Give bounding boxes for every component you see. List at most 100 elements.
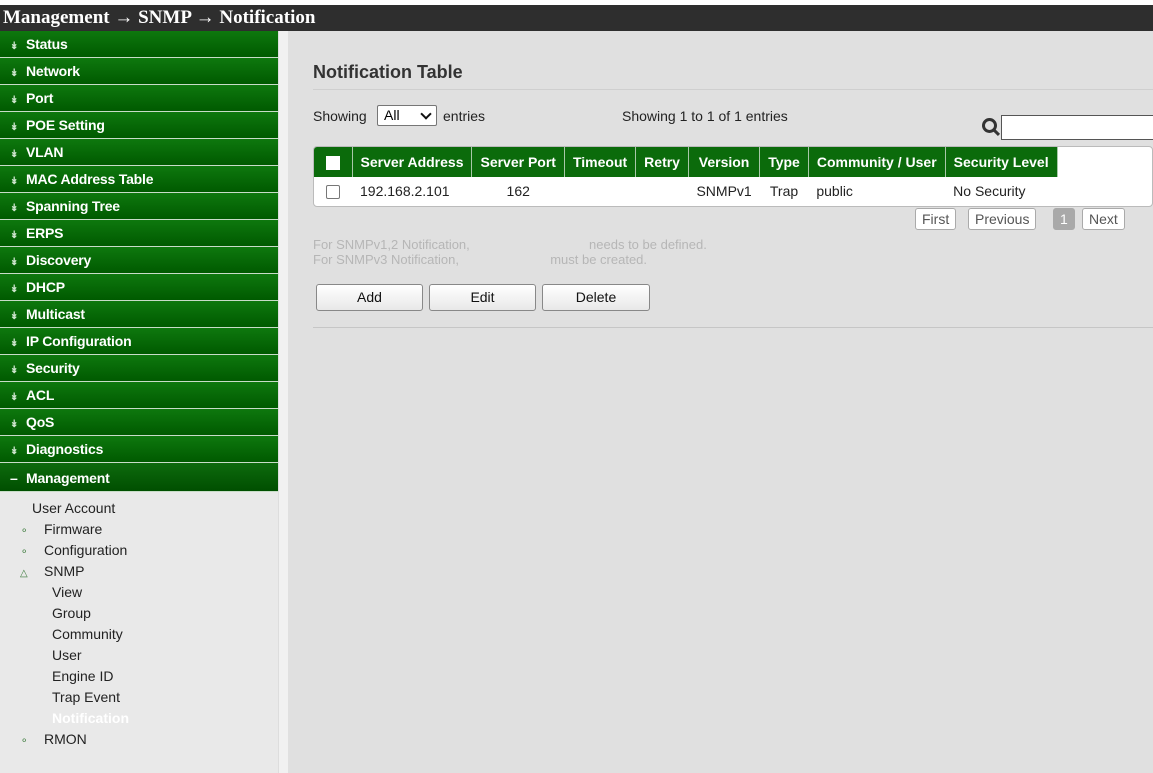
sidebar-item-acl[interactable]: ↡ ACL xyxy=(0,382,278,409)
column-header-security-level[interactable]: Security Level xyxy=(945,147,1058,177)
sidebar-subitem-snmp[interactable]: △ SNMP xyxy=(0,561,278,582)
column-header-retry[interactable]: Retry xyxy=(635,147,689,177)
sidebar-item-status[interactable]: ↡ Status xyxy=(0,31,278,58)
entries-label: entries xyxy=(443,108,486,124)
collapsed-node-icon: ⚬ xyxy=(20,736,29,747)
sidebar-subitem-group[interactable]: Group xyxy=(0,603,278,624)
sidebar-item-mac-address-table[interactable]: ↡ MAC Address Table xyxy=(0,166,278,193)
sidebar-item-security[interactable]: ↡ Security xyxy=(0,355,278,382)
sidebar-item-label: MAC Address Table xyxy=(26,171,154,187)
cell-server-address: 192.168.2.101 xyxy=(360,183,450,199)
sidebar-item-label: Multicast xyxy=(26,306,85,322)
sidebar-subitem-configuration[interactable]: ⚬ Configuration xyxy=(0,540,278,561)
column-header-timeout[interactable]: Timeout xyxy=(564,147,637,177)
arrow-right-icon: → xyxy=(195,7,215,28)
collapsed-node-icon: ⚬ xyxy=(20,526,29,537)
sidebar-subitem-label: SNMP xyxy=(44,563,85,579)
note-snmpv12-suffix: needs to be defined. xyxy=(589,237,707,252)
sidebar-subitem-community[interactable]: Community xyxy=(0,624,278,645)
breadcrumb: Management → SNMP → Notification xyxy=(0,5,1153,31)
double-chevron-down-icon: ↡ xyxy=(10,392,19,403)
breadcrumb-management: Management xyxy=(3,7,110,28)
sidebar-item-label: Diagnostics xyxy=(26,441,104,457)
note-snmpv12: For SNMPv1,2 Notification, needs to be d… xyxy=(313,237,707,252)
sidebar-subitem-notification[interactable]: Notification xyxy=(0,708,278,729)
sidebar-item-discovery[interactable]: ↡ Discovery xyxy=(0,247,278,274)
breadcrumb-snmp: SNMP xyxy=(138,7,191,28)
entries-select[interactable]: All xyxy=(377,105,437,126)
double-chevron-down-icon: ↡ xyxy=(10,230,19,241)
sidebar-item-multicast[interactable]: ↡ Multicast xyxy=(0,301,278,328)
sidebar-item-label: Network xyxy=(26,63,80,79)
divider xyxy=(313,327,1153,328)
sidebar-item-label: QoS xyxy=(26,414,55,430)
cell-type: Trap xyxy=(769,183,799,199)
table-row[interactable]: 192.168.2.101 162 SNMPv1 Trap public No … xyxy=(314,177,1057,205)
table-header-row: Server Address Server Port Timeout Retry… xyxy=(314,147,1058,177)
pager-next-button[interactable]: Next xyxy=(1082,208,1125,230)
page-title: Notification Table xyxy=(313,62,463,82)
sidebar-subitem-engine-id[interactable]: Engine ID xyxy=(0,666,278,687)
sidebar-item-port[interactable]: ↡ Port xyxy=(0,85,278,112)
sidebar-subitem-user-account[interactable]: User Account xyxy=(0,498,278,519)
sidebar-subitem-trap-event[interactable]: Trap Event xyxy=(0,687,278,708)
cell-server-port: 162 xyxy=(506,183,530,199)
sidebar-subitem-rmon[interactable]: ⚬ RMON xyxy=(0,729,278,750)
sidebar-item-ip-configuration[interactable]: ↡ IP Configuration xyxy=(0,328,278,355)
pager-previous-button[interactable]: Previous xyxy=(968,208,1037,230)
notification-table: Server Address Server Port Timeout Retry… xyxy=(313,146,1153,207)
edit-button[interactable]: Edit xyxy=(429,284,536,311)
breadcrumb-notification: Notification xyxy=(219,7,316,28)
sidebar-item-spanning-tree[interactable]: ↡ Spanning Tree xyxy=(0,193,278,220)
sidebar-scrollbar[interactable] xyxy=(278,31,288,773)
cell-security-level: No Security xyxy=(953,183,1026,199)
pager-first-button[interactable]: First xyxy=(915,208,957,230)
expanded-node-icon: △ xyxy=(20,568,28,579)
divider xyxy=(313,89,1153,90)
sidebar-subitem-firmware[interactable]: ⚬ Firmware xyxy=(0,519,278,540)
row-checkbox[interactable] xyxy=(314,177,352,205)
sidebar-subitem-view[interactable]: View xyxy=(0,582,278,603)
sidebar-nav: ↡ Status ↡ Network ↡ Port ↡ POE Setting ↡ VLA… xyxy=(0,31,278,773)
column-header-server-port[interactable]: Server Port xyxy=(471,147,565,177)
sidebar-item-erps[interactable]: ↡ ERPS xyxy=(0,220,278,247)
sidebar-item-label: Port xyxy=(26,90,54,106)
sidebar-item-dhcp[interactable]: ↡ DHCP xyxy=(0,274,278,301)
double-chevron-down-icon: ↡ xyxy=(10,176,19,187)
showing-label: Showing xyxy=(313,108,367,124)
search-input[interactable] xyxy=(1001,115,1153,140)
sidebar-item-label: ACL xyxy=(26,387,55,403)
cell-version: SNMPv1 xyxy=(696,183,752,199)
entries-select-value: All xyxy=(384,107,400,123)
note-snmpv3: For SNMPv3 Notification, must be created… xyxy=(313,252,647,267)
sidebar-item-label: VLAN xyxy=(26,144,64,160)
column-header-type[interactable]: Type xyxy=(759,147,809,177)
search-icon xyxy=(982,118,1002,138)
pager-page-1-button[interactable]: 1 xyxy=(1053,208,1075,230)
sidebar-item-qos[interactable]: ↡ QoS xyxy=(0,409,278,436)
sidebar-item-network[interactable]: ↡ Network xyxy=(0,58,278,85)
column-header-community-user[interactable]: Community / User xyxy=(808,147,946,177)
entries-info: Showing 1 to 1 of 1 entries xyxy=(622,108,788,124)
sidebar-item-vlan[interactable]: ↡ VLAN xyxy=(0,139,278,166)
note-snmpv3-suffix: must be created. xyxy=(550,252,648,267)
column-header-version[interactable]: Version xyxy=(688,147,761,177)
double-chevron-down-icon: ↡ xyxy=(10,338,19,349)
select-all-checkbox[interactable] xyxy=(314,147,353,177)
checkbox-icon xyxy=(326,185,340,200)
sidebar-subitem-label: RMON xyxy=(44,731,87,747)
chevron-down-icon xyxy=(420,108,432,120)
double-chevron-down-icon: ↡ xyxy=(10,203,19,214)
add-button[interactable]: Add xyxy=(316,284,423,311)
double-chevron-down-icon: ↡ xyxy=(10,95,19,106)
sidebar-item-label: ERPS xyxy=(26,225,64,241)
delete-button[interactable]: Delete xyxy=(542,284,650,311)
sidebar-item-label: Spanning Tree xyxy=(26,198,120,214)
sidebar-subitem-user[interactable]: User xyxy=(0,645,278,666)
sidebar-item-poe-setting[interactable]: ↡ POE Setting xyxy=(0,112,278,139)
sidebar-item-management[interactable]: – Management xyxy=(0,463,278,492)
double-chevron-down-icon: ↡ xyxy=(10,365,19,376)
double-chevron-down-icon: ↡ xyxy=(10,446,19,457)
sidebar-item-diagnostics[interactable]: ↡ Diagnostics xyxy=(0,436,278,463)
column-header-server-address[interactable]: Server Address xyxy=(352,147,473,177)
